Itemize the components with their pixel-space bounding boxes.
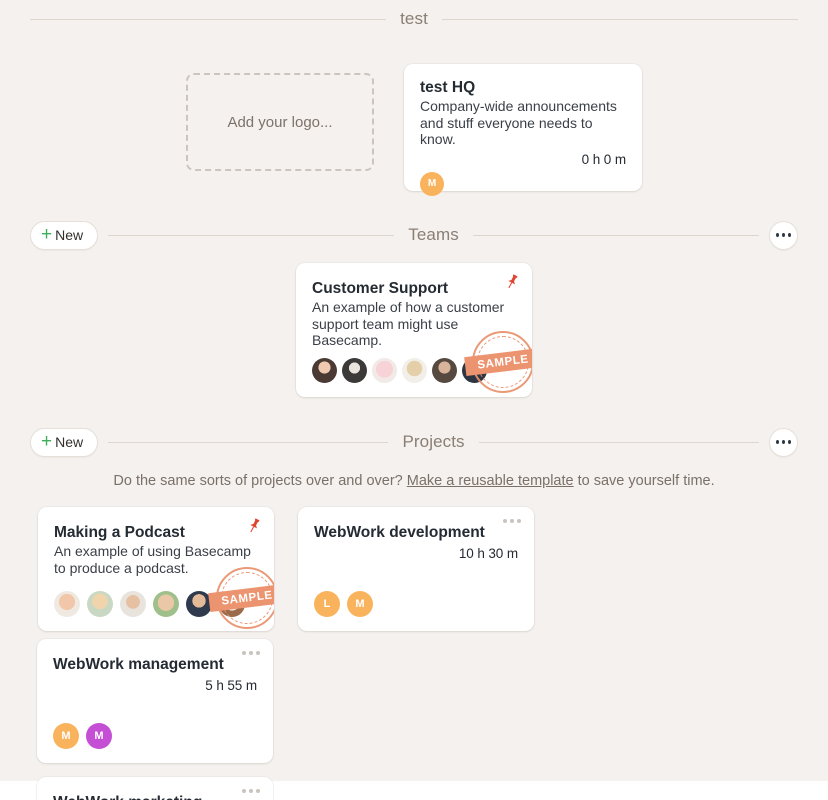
avatar[interactable] (402, 357, 427, 383)
ellipsis-icon-dot (510, 519, 514, 523)
project-card-title: WebWork marketing (53, 793, 257, 800)
new-team-button[interactable]: + New (30, 220, 99, 250)
divider-left (108, 441, 389, 443)
projects-menu-button[interactable] (769, 427, 798, 457)
avatar[interactable] (153, 591, 179, 617)
avatar[interactable] (120, 591, 146, 617)
avatar[interactable] (432, 357, 457, 383)
project-card-webwork-management[interactable]: WebWork management 5 h 55 m M M (37, 639, 273, 763)
avatar[interactable] (186, 591, 212, 617)
project-card-title: WebWork development (314, 524, 485, 541)
team-card-title: Customer Support (312, 280, 449, 297)
note-text-after: to save yourself time. (577, 473, 715, 489)
hq-card-title: test HQ (420, 79, 476, 96)
team-card-members (312, 357, 516, 383)
avatar[interactable] (342, 357, 367, 383)
avatar[interactable]: M (53, 723, 79, 749)
project-card-members: M M (53, 723, 119, 749)
ellipsis-icon-dot (256, 789, 260, 793)
add-logo-dropzone[interactable]: Add your logo... (186, 73, 374, 171)
hq-card-members: M (420, 171, 626, 196)
ellipsis-icon-dot (517, 519, 521, 523)
hq-card-description: Company-wide announcements and stuff eve… (420, 98, 617, 148)
avatar[interactable]: M (420, 171, 444, 196)
avatar[interactable] (462, 357, 487, 383)
ellipsis-icon-dot (782, 233, 786, 237)
project-card-members (54, 591, 252, 617)
account-name: test (400, 9, 428, 28)
avatar[interactable] (219, 591, 245, 617)
avatar[interactable] (372, 357, 397, 383)
account-section-header: test (30, 0, 798, 38)
project-card-webwork-marketing[interactable]: WebWork marketing 13 h 32 m M (37, 777, 273, 800)
ellipsis-icon-dot (782, 440, 785, 444)
new-team-label: New (55, 227, 84, 243)
projects-section-header: + New Projects (30, 423, 798, 461)
new-project-button[interactable]: + New (30, 427, 99, 457)
new-project-label: New (55, 434, 84, 450)
teams-section-header: + New Teams (30, 216, 799, 254)
team-card-description: An example of how a customer support tea… (312, 299, 505, 349)
avatar[interactable]: M (86, 723, 112, 749)
note-text-before: Do the same sorts of projects over and o… (113, 473, 403, 489)
project-card-menu-button[interactable] (242, 789, 260, 793)
avatar[interactable]: L (314, 591, 340, 617)
avatar[interactable] (54, 591, 80, 617)
ellipsis-icon-dot (242, 651, 246, 655)
hq-card[interactable]: test HQ Company-wide announcements and s… (404, 64, 642, 196)
divider-left (30, 18, 387, 20)
basecamp-home-page: test Add your logo... test HQ Company-wi… (0, 0, 828, 800)
hq-row: Add your logo... test HQ Company-wide an… (30, 64, 798, 196)
project-card-description: An example of using Basecamp to produce … (54, 543, 251, 576)
project-card-menu-button[interactable] (242, 651, 260, 655)
divider-right (472, 234, 760, 236)
avatar[interactable] (312, 357, 337, 383)
ellipsis-icon-dot (249, 651, 253, 655)
divider-left (108, 234, 395, 236)
divider-right (478, 441, 759, 443)
project-card-members: L M (314, 591, 380, 617)
plus-icon: + (41, 223, 53, 245)
project-card-webwork-development[interactable]: WebWork development 10 h 30 m L M (298, 507, 534, 631)
ellipsis-icon-dot (776, 233, 780, 237)
reusable-template-link[interactable]: Make a reusable template (407, 473, 574, 489)
plus-icon: + (41, 430, 53, 452)
teams-row: Customer Support An example of how a cus… (30, 263, 798, 397)
teams-menu-button[interactable] (769, 220, 799, 250)
projects-grid: Making a Podcast An example of using Bas… (30, 507, 798, 800)
project-card-menu-button[interactable] (503, 519, 521, 523)
ellipsis-icon-dot (788, 440, 791, 444)
add-logo-label: Add your logo... (227, 113, 333, 131)
avatar[interactable] (87, 591, 113, 617)
page-content: test Add your logo... test HQ Company-wi… (0, 0, 828, 800)
projects-section-title: Projects (402, 432, 465, 451)
projects-template-note: Do the same sorts of projects over and o… (30, 473, 798, 489)
divider-right (441, 18, 798, 20)
team-card-customer-support[interactable]: Customer Support An example of how a cus… (296, 263, 532, 397)
project-card-making-a-podcast[interactable]: Making a Podcast An example of using Bas… (38, 507, 274, 631)
hq-card-timer: 0 h 0 m (581, 151, 626, 167)
avatar[interactable]: M (347, 591, 373, 617)
project-card-title: Making a Podcast (54, 524, 185, 541)
ellipsis-icon-dot (788, 233, 792, 237)
pushpin-icon (250, 518, 260, 533)
ellipsis-icon-dot (503, 519, 507, 523)
teams-section-title: Teams (408, 225, 459, 244)
ellipsis-icon-dot (242, 789, 246, 793)
ellipsis-icon-dot (249, 789, 253, 793)
ellipsis-icon-dot (256, 651, 260, 655)
project-card-timer: 5 h 55 m (205, 678, 257, 694)
pushpin-icon (508, 274, 518, 289)
ellipsis-icon-dot (776, 440, 779, 444)
project-card-timer: 10 h 30 m (458, 546, 518, 562)
project-card-title: WebWork management (53, 656, 224, 673)
